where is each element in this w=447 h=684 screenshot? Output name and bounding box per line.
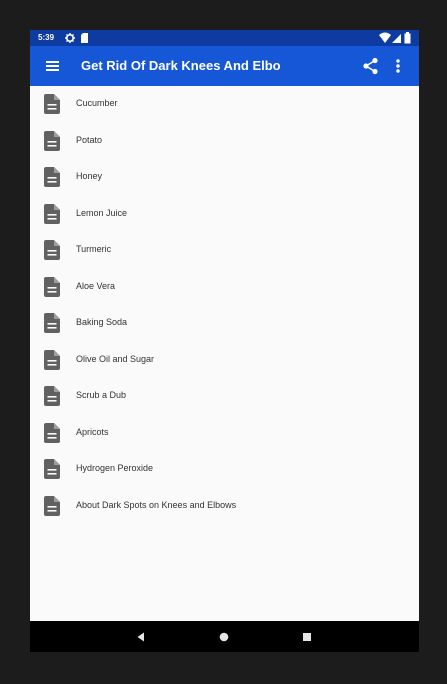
more-vert-icon[interactable] bbox=[390, 56, 406, 76]
status-bar: 5:39 bbox=[30, 30, 419, 46]
list-item[interactable]: About Dark Spots on Knees and Elbows bbox=[30, 488, 419, 525]
document-icon bbox=[44, 240, 60, 260]
list-item[interactable]: Baking Soda bbox=[30, 305, 419, 342]
list-item-label: About Dark Spots on Knees and Elbows bbox=[76, 499, 237, 510]
document-icon bbox=[44, 313, 60, 333]
app-bar: Get Rid Of Dark Knees And Elbo bbox=[30, 46, 419, 86]
list-item-label: Potato bbox=[76, 134, 103, 145]
document-icon bbox=[44, 459, 60, 479]
document-icon bbox=[44, 386, 60, 406]
page-title: Get Rid Of Dark Knees And Elbo bbox=[81, 58, 281, 73]
settings-icon bbox=[65, 33, 75, 43]
list-item-label: Baking Soda bbox=[76, 317, 128, 327]
list-item[interactable]: Olive Oil and Sugar bbox=[30, 342, 419, 379]
home-icon[interactable] bbox=[217, 630, 231, 644]
wifi-icon bbox=[379, 32, 391, 43]
sd-card-icon bbox=[81, 33, 88, 43]
document-icon bbox=[44, 167, 60, 187]
document-icon bbox=[44, 349, 60, 370]
recents-icon[interactable] bbox=[300, 630, 314, 644]
system-nav-bar bbox=[30, 621, 419, 652]
list-item[interactable]: Apricots bbox=[30, 415, 419, 452]
document-icon bbox=[44, 495, 60, 516]
list-item[interactable]: Hydrogen Peroxide bbox=[30, 451, 419, 488]
list-item-label: Honey bbox=[76, 171, 103, 181]
list-item[interactable]: Honey bbox=[30, 159, 419, 196]
document-icon bbox=[44, 422, 60, 443]
document-icon bbox=[44, 130, 60, 151]
list-item[interactable]: Lemon Juice bbox=[30, 196, 419, 233]
status-time: 5:39 bbox=[38, 33, 55, 42]
signal-icon bbox=[392, 34, 401, 43]
share-icon[interactable] bbox=[360, 56, 382, 76]
list-item-label: Aloe Vera bbox=[76, 280, 116, 291]
list-item-label: Cucumber bbox=[76, 98, 118, 108]
list-item-label: Hydrogen Peroxide bbox=[76, 463, 154, 473]
document-icon bbox=[44, 276, 60, 297]
list-item-label: Apricots bbox=[76, 426, 109, 437]
list-item[interactable]: Aloe Vera bbox=[30, 269, 419, 306]
menu-icon[interactable] bbox=[42, 56, 64, 76]
list-item-label: Lemon Juice bbox=[76, 207, 128, 218]
document-icon bbox=[44, 94, 60, 114]
list-item[interactable]: Cucumber bbox=[30, 86, 419, 123]
list-item-label: Turmeric bbox=[76, 244, 112, 254]
list-item[interactable]: Turmeric bbox=[30, 232, 419, 269]
list-item[interactable]: Scrub a Dub bbox=[30, 378, 419, 415]
list-item[interactable]: Potato bbox=[30, 123, 419, 160]
battery-icon bbox=[404, 32, 411, 44]
back-icon[interactable] bbox=[134, 630, 148, 644]
recipe-list: Cucumber Potato Honey Lemon Juice Turmer… bbox=[30, 86, 419, 524]
document-icon bbox=[44, 203, 60, 224]
phone-screen: 5:39 Get Rid Of Dark Knees And Elbo Cucu… bbox=[30, 30, 419, 652]
list-item-label: Scrub a Dub bbox=[76, 390, 127, 400]
list-item-label: Olive Oil and Sugar bbox=[76, 353, 155, 364]
